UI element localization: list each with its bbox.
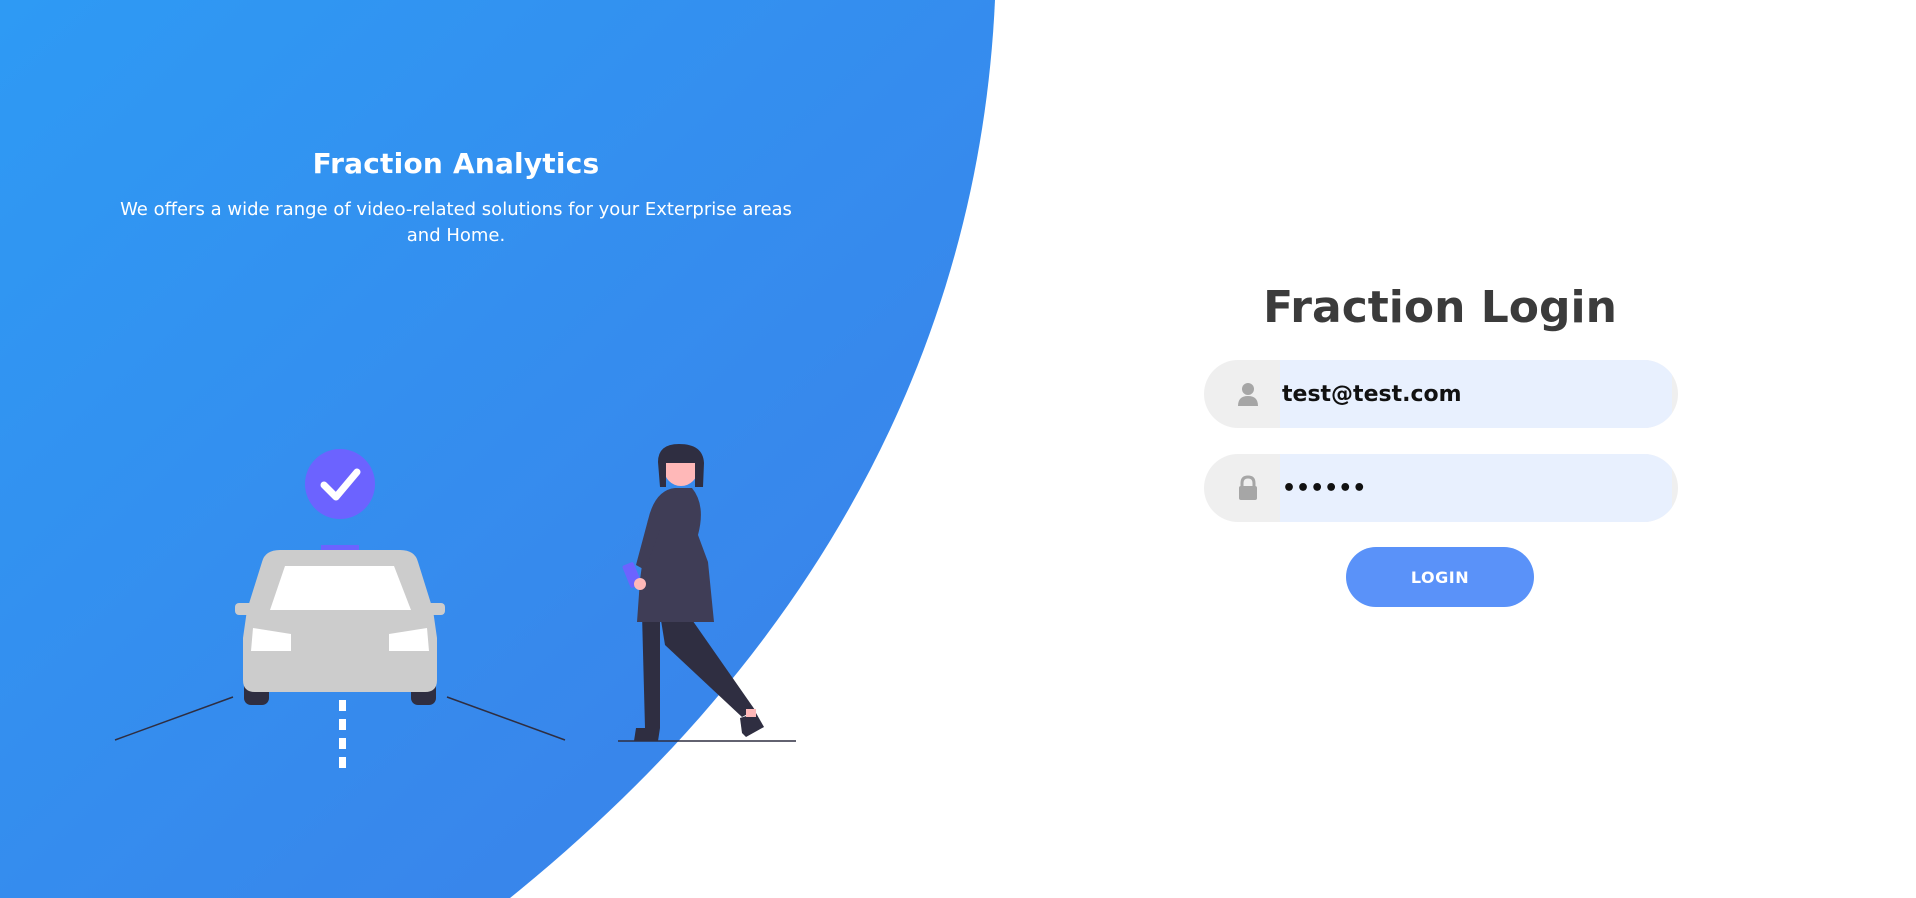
login-button[interactable]: LOGIN	[1346, 547, 1534, 607]
hero-title: Fraction Analytics	[312, 147, 600, 180]
password-input[interactable]	[1280, 454, 1672, 522]
password-field[interactable]	[1204, 454, 1678, 522]
login-title: Fraction Login	[1263, 282, 1617, 333]
hero-blue-curve	[0, 0, 995, 898]
login-page: Fraction Analytics We offers a wide rang…	[0, 0, 1916, 898]
user-icon	[1238, 383, 1258, 406]
hero-description: We offers a wide range of video-related …	[120, 199, 792, 246]
email-field[interactable]	[1204, 360, 1678, 428]
check-badge-icon	[305, 449, 375, 519]
lock-icon	[1239, 475, 1257, 500]
email-input[interactable]	[1280, 360, 1672, 428]
hero-background	[0, 0, 995, 898]
